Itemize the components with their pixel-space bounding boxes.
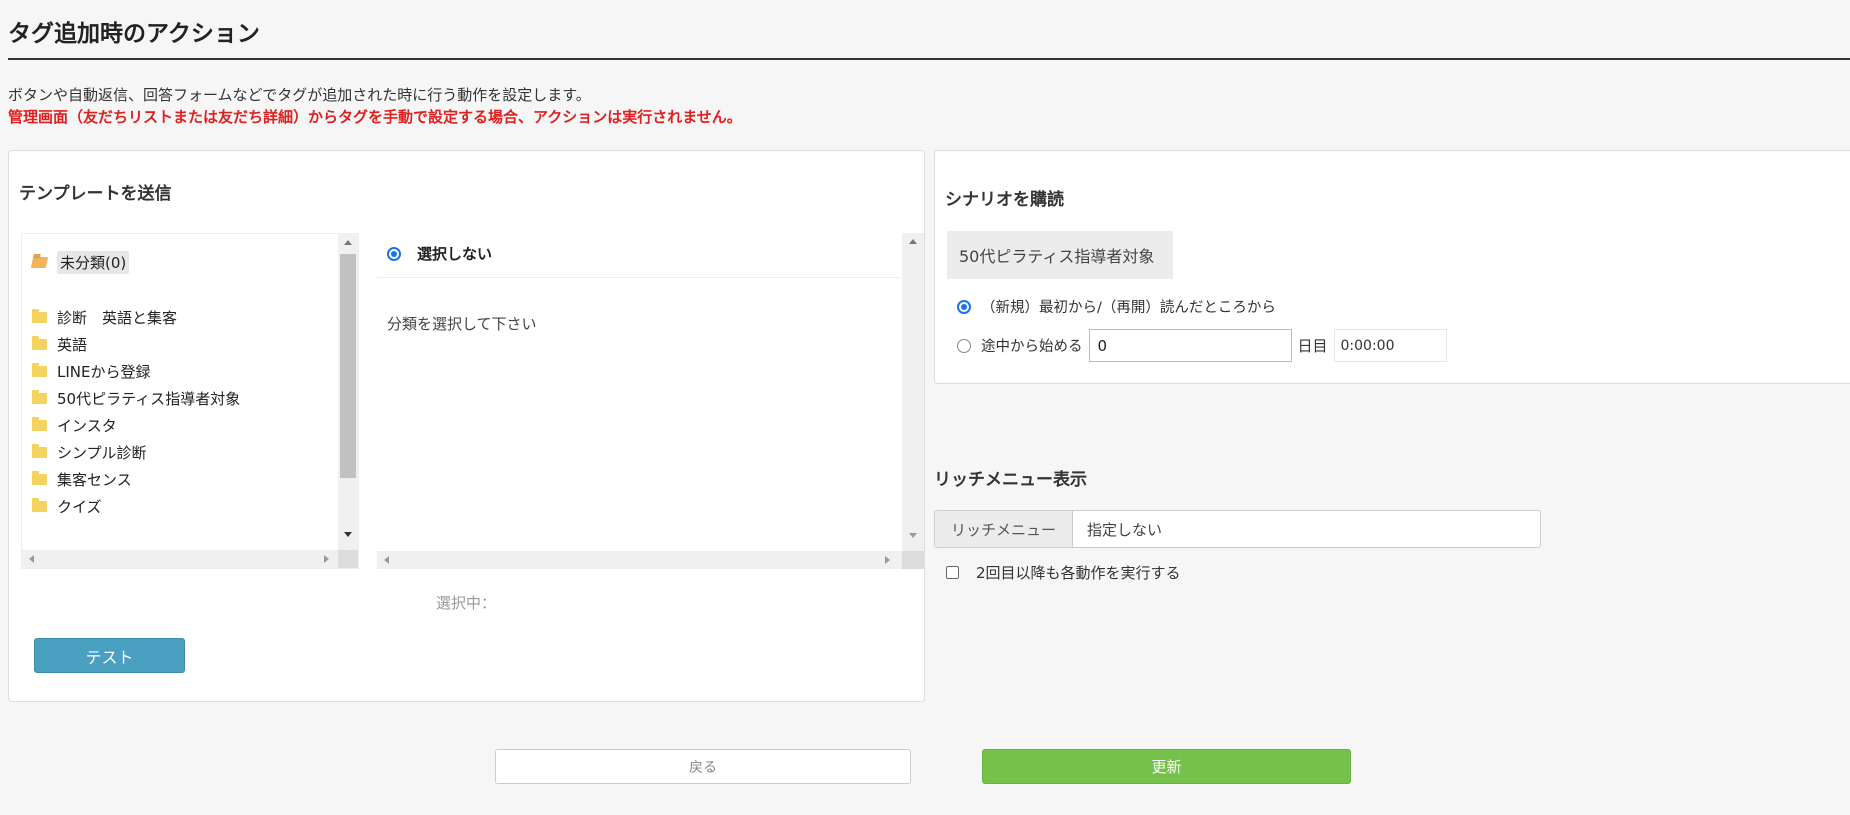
folder-item[interactable]: LINEから登録 bbox=[32, 359, 150, 383]
repeat-checkbox-label: 2回目以降も各動作を実行する bbox=[976, 564, 1181, 582]
folder-icon bbox=[32, 497, 47, 512]
page-description: ボタンや自動返信、回答フォームなどでタグが追加された時に行う動作を設定します。 bbox=[8, 86, 591, 104]
template-none-option[interactable]: 選択しない bbox=[387, 243, 492, 264]
scroll-right-icon[interactable] bbox=[324, 555, 329, 563]
template-vertical-scrollbar[interactable] bbox=[902, 233, 924, 551]
test-button[interactable]: テスト bbox=[34, 638, 185, 673]
tree-vertical-scrollbar[interactable] bbox=[338, 234, 358, 550]
scroll-left-icon[interactable] bbox=[384, 556, 389, 564]
rich-menu-heading: リッチメニュー表示 bbox=[934, 470, 1087, 490]
repeat-action-option[interactable]: 2回目以降も各動作を実行する bbox=[946, 562, 1181, 583]
folder-item[interactable]: クイズ bbox=[32, 494, 102, 518]
scenario-select[interactable]: 50代ピラティス指導者対象 bbox=[947, 231, 1173, 279]
folder-label: 未分類(0) bbox=[57, 250, 130, 274]
folder-item[interactable]: シンプル診断 bbox=[32, 440, 147, 464]
folder-label: LINEから登録 bbox=[57, 362, 151, 381]
template-list: 選択しない 分類を選択して下さい bbox=[377, 233, 924, 569]
repeat-checkbox[interactable] bbox=[946, 566, 959, 579]
radio-restart[interactable] bbox=[957, 299, 971, 314]
option-midway-label: 途中から始める bbox=[981, 339, 1083, 355]
rich-menu-value[interactable]: 指定しない bbox=[1073, 511, 1162, 547]
folder-icon bbox=[32, 308, 47, 323]
scenario-panel: シナリオを購読 50代ピラティス指導者対象 （新規）最初から/（再開）読んだとこ… bbox=[934, 150, 1850, 384]
folder-label: 診断 英語と集客 bbox=[57, 308, 178, 327]
template-heading: テンプレートを送信 bbox=[19, 184, 172, 204]
folder-label: 英語 bbox=[57, 335, 88, 354]
page-title: タグ追加時のアクション bbox=[8, 21, 260, 47]
scroll-up-icon[interactable] bbox=[344, 240, 352, 245]
time-input[interactable] bbox=[1333, 329, 1447, 362]
scenario-option-restart[interactable]: （新規）最初から/（再開）読んだところから bbox=[957, 296, 1276, 317]
scroll-right-icon[interactable] bbox=[885, 556, 890, 564]
folder-icon bbox=[32, 416, 47, 431]
folder-icon bbox=[32, 335, 47, 350]
folder-item-uncategorized[interactable]: 未分類(0) bbox=[30, 250, 130, 274]
scroll-down-icon[interactable] bbox=[344, 532, 352, 537]
scrollbar-corner bbox=[338, 550, 358, 568]
radio-midway[interactable] bbox=[957, 338, 971, 353]
warning-text: 管理画面（友だちリストまたは友だち詳細）からタグを手動で設定する場合、アクション… bbox=[8, 108, 742, 126]
selected-status: 選択中： bbox=[436, 594, 497, 612]
day-unit-label: 日目 bbox=[1297, 337, 1328, 355]
scenario-heading: シナリオを購読 bbox=[945, 190, 1064, 210]
folder-label: 50代ピラティス指導者対象 bbox=[57, 389, 241, 408]
scenario-option-midway[interactable]: 途中から始める 日目 bbox=[957, 329, 1447, 362]
template-hint: 分類を選択して下さい bbox=[387, 315, 537, 333]
template-horizontal-scrollbar[interactable] bbox=[377, 551, 902, 569]
folder-label: シンプル診断 bbox=[57, 443, 147, 462]
folder-item[interactable]: 50代ピラティス指導者対象 bbox=[32, 386, 240, 410]
update-button[interactable]: 更新 bbox=[982, 749, 1351, 784]
folder-icon bbox=[32, 443, 47, 458]
folder-item[interactable]: インスタ bbox=[32, 413, 117, 437]
template-none-label: 選択しない bbox=[417, 245, 493, 263]
radio-none[interactable] bbox=[387, 246, 401, 261]
folder-label: インスタ bbox=[57, 416, 117, 435]
folder-icon bbox=[32, 362, 47, 377]
template-divider bbox=[377, 277, 901, 278]
midway-day-input[interactable] bbox=[1088, 329, 1292, 362]
tree-horizontal-scrollbar[interactable] bbox=[22, 550, 338, 568]
folder-label: 集客センス bbox=[57, 470, 132, 489]
scroll-left-icon[interactable] bbox=[29, 555, 34, 563]
scroll-down-icon[interactable] bbox=[909, 533, 917, 538]
folder-item[interactable]: 集客センス bbox=[32, 467, 132, 491]
scroll-up-icon[interactable] bbox=[909, 239, 917, 244]
folder-item[interactable]: 診断 英語と集客 bbox=[32, 305, 177, 329]
folder-icon bbox=[32, 389, 47, 404]
folder-tree: 未分類(0) 診断 英語と集客 英語 LINEから登録 50代ピラティス指導者対… bbox=[21, 233, 359, 569]
scrollbar-corner bbox=[902, 551, 924, 569]
folder-open-icon bbox=[30, 256, 49, 268]
folder-item[interactable]: 英語 bbox=[32, 332, 87, 356]
folder-icon bbox=[32, 470, 47, 485]
scrollbar-thumb[interactable] bbox=[340, 254, 356, 478]
back-button[interactable]: 戻る bbox=[495, 749, 911, 784]
title-divider bbox=[8, 58, 1850, 60]
option-restart-label: （新規）最初から/（再開）読んだところから bbox=[981, 300, 1276, 316]
rich-menu-addon: リッチメニュー bbox=[935, 511, 1073, 547]
folder-label: クイズ bbox=[57, 497, 102, 516]
template-panel: テンプレートを送信 未分類(0) 診断 英語と集客 英語 LINEから登録 50… bbox=[8, 150, 925, 702]
rich-menu-select[interactable]: リッチメニュー 指定しない bbox=[934, 510, 1541, 548]
